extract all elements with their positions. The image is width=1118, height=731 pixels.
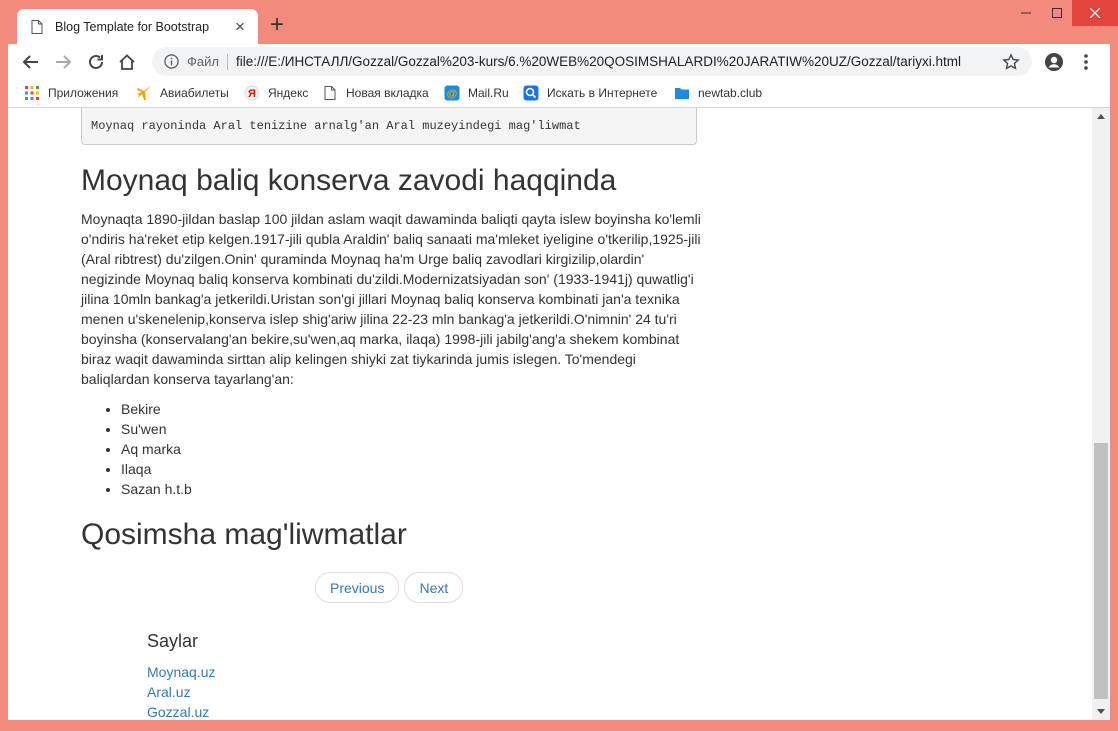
info-icon[interactable]: [164, 54, 179, 69]
list-item: Bekire: [121, 399, 192, 419]
arrow-left-icon: [22, 55, 38, 69]
scroll-up-arrow-icon[interactable]: [1092, 108, 1110, 125]
pager: Previous Next: [315, 572, 464, 603]
bookmark-apps[interactable]: Приложения: [24, 79, 118, 107]
list-item: Aq marka: [121, 439, 192, 459]
bookmark-new-tab[interactable]: Новая вкладка: [322, 79, 429, 107]
sites-list: Moynaq.uz Aral.uz Gozzal.uz: [147, 662, 215, 720]
arrow-right-icon: [56, 55, 72, 69]
reload-icon: [89, 54, 103, 69]
airplane-icon: [137, 86, 151, 100]
folder-icon: [675, 88, 689, 99]
close-window-button[interactable]: [1072, 0, 1118, 26]
new-tab-plus-icon[interactable]: +: [270, 13, 284, 37]
apps-grid-icon: [25, 86, 39, 100]
svg-text:@: @: [447, 88, 458, 100]
minimize-button[interactable]: [1010, 0, 1042, 26]
site-link-moynaq[interactable]: Moynaq.uz: [147, 664, 215, 680]
factory-paragraph: Moynaqta 1890-jildan baslap 100 jildan a…: [81, 211, 701, 387]
bookmark-label: Искать в Интернете: [547, 86, 658, 100]
bookmark-star-icon[interactable]: [1002, 52, 1020, 71]
list-item: Aral.uz: [147, 682, 215, 702]
menu-button[interactable]: [1075, 51, 1097, 73]
next-button[interactable]: Next: [404, 572, 464, 603]
maximize-button[interactable]: [1042, 0, 1072, 26]
minimize-icon: [1021, 12, 1031, 14]
yandex-icon: Я: [244, 85, 260, 101]
list-item: Gozzal.uz: [147, 702, 215, 720]
list-item: Su'wen: [121, 419, 192, 439]
reload-button[interactable]: [85, 51, 107, 73]
sites-module: Saylar Moynaq.uz Aral.uz Gozzal.uz: [147, 631, 215, 720]
previous-button[interactable]: Previous: [315, 572, 400, 603]
maximize-icon: [1052, 8, 1062, 18]
back-button[interactable]: [20, 51, 42, 73]
bookmark-label: Яндекс: [268, 86, 309, 100]
bookmark-yandex[interactable]: Я Яндекс: [244, 79, 308, 107]
mailru-icon: @: [444, 85, 460, 101]
list-item: Moynaq.uz: [147, 662, 215, 682]
title-bar: Blog Template for Bootstrap × +: [0, 0, 1118, 44]
section-heading-factory: Moynaq baliq konserva zavodi haqqinda: [81, 164, 617, 197]
bookmark-aviabilety[interactable]: Авиабилеты: [136, 79, 229, 107]
scroll-down-arrow-icon[interactable]: [1092, 703, 1110, 720]
tab-close-icon[interactable]: ×: [232, 18, 248, 35]
fish-list: Bekire Su'wen Aq marka Ilaqa Sazan h.t.b: [81, 399, 192, 499]
code-block: Moynaq rayoninda Aral tenizine arnalg'an…: [81, 108, 697, 145]
bookmark-label: Новая вкладка: [346, 86, 429, 100]
scrollbar-thumb[interactable]: [1094, 443, 1108, 699]
bookmark-search-web[interactable]: Искать в Интернете: [523, 79, 657, 107]
tab-title: Blog Template for Bootstrap: [55, 19, 210, 34]
bookmark-label: Авиабилеты: [160, 86, 229, 100]
list-item: Sazan h.t.b: [121, 479, 192, 499]
forward-button[interactable]: [52, 51, 74, 73]
profile-button[interactable]: [1043, 51, 1065, 73]
browser-toolbar: Файл file:///E:/ИНСТАЛЛ/Gozzal/Gozzal%20…: [8, 44, 1110, 79]
scheme-label: Файл: [187, 54, 219, 69]
bookmark-mailru[interactable]: @ Mail.Ru: [444, 79, 509, 107]
address-bar[interactable]: Файл file:///E:/ИНСТАЛЛ/Gozzal/Gozzal%20…: [152, 47, 1032, 76]
address-divider: [226, 53, 228, 70]
site-link-gozzal[interactable]: Gozzal.uz: [147, 704, 209, 720]
home-icon: [119, 54, 135, 70]
bookmark-newtab-club[interactable]: newtab.club: [674, 79, 762, 107]
kebab-menu-icon: [1084, 54, 1088, 70]
bookmark-label: Mail.Ru: [468, 86, 509, 100]
url-text[interactable]: file:///E:/ИНСТАЛЛ/Gozzal/Gozzal%203-kur…: [236, 54, 1002, 69]
page-icon: [324, 86, 336, 100]
close-icon: [1090, 8, 1100, 18]
section-heading-additional: Qosimsha mag'liwmatlar: [81, 518, 407, 551]
window-bottom-frame: [0, 720, 1118, 731]
home-button[interactable]: [116, 51, 138, 73]
sites-title: Saylar: [147, 631, 199, 651]
browser-tab[interactable]: Blog Template for Bootstrap ×: [17, 9, 258, 44]
vertical-scrollbar[interactable]: [1092, 108, 1110, 720]
svg-text:Я: Я: [248, 88, 256, 100]
page-viewport: Moynaq rayoninda Aral tenizine arnalg'an…: [8, 108, 1110, 720]
site-link-aral[interactable]: Aral.uz: [147, 684, 191, 700]
bookmarks-bar: Приложения Авиабилеты Я Яндекс Новая вкл…: [8, 79, 1110, 108]
bookmark-label: Приложения: [48, 86, 119, 100]
account-icon: [1045, 53, 1063, 71]
list-item: Ilaqa: [121, 459, 192, 479]
search-icon: [523, 85, 539, 101]
page-icon: [31, 19, 43, 34]
bookmark-label: newtab.club: [698, 86, 763, 100]
